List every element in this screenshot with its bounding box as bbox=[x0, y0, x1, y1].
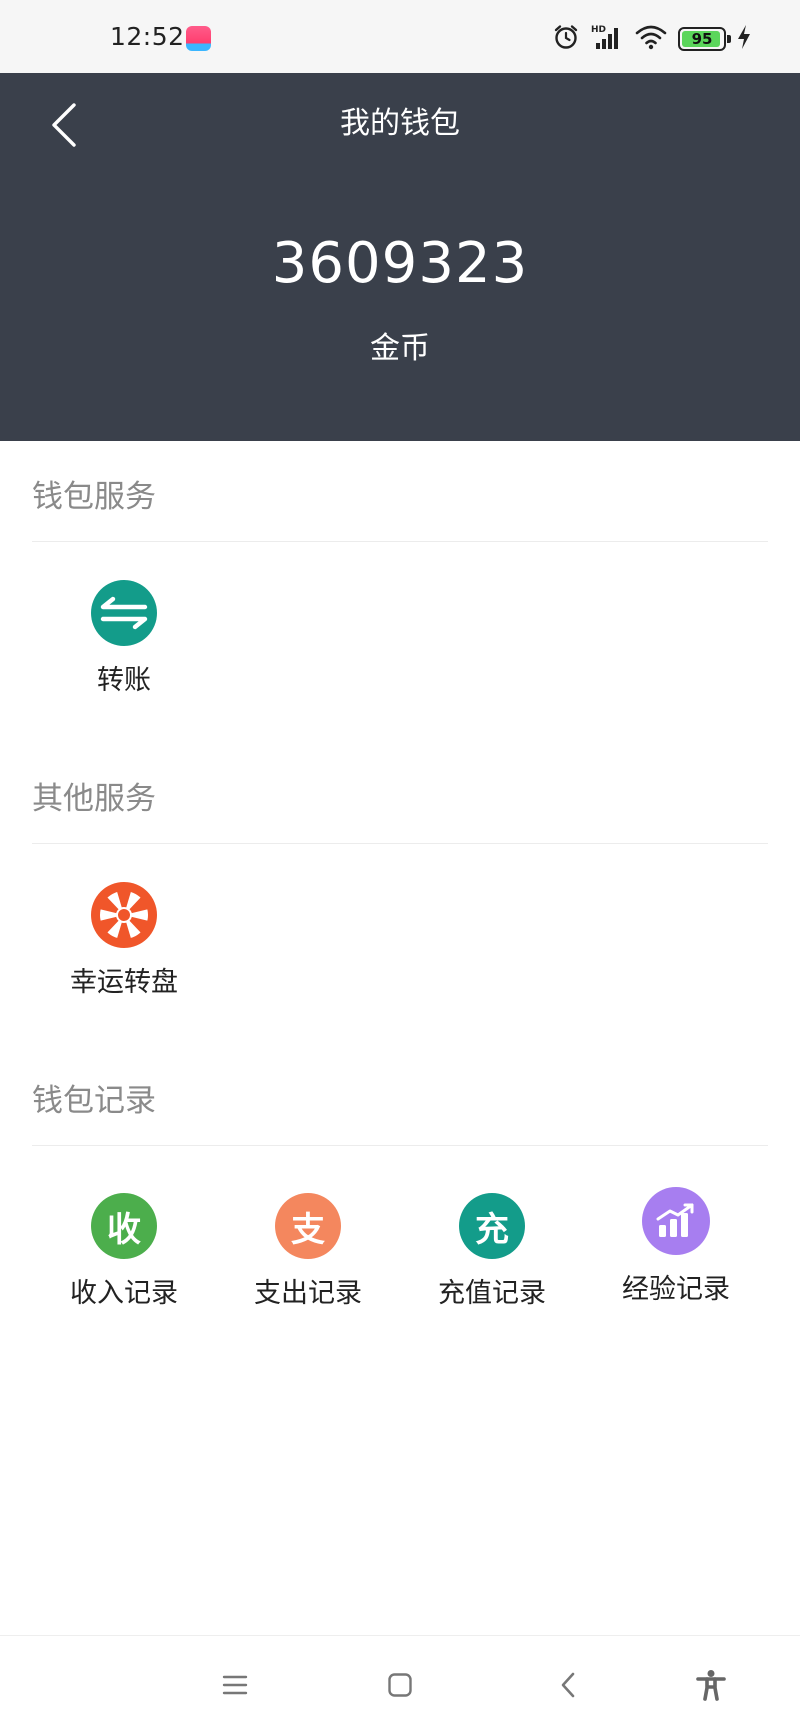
expense-icon: 支 bbox=[275, 1193, 341, 1259]
experience-chart-icon bbox=[642, 1187, 710, 1255]
lucky-wheel-icon bbox=[91, 882, 157, 948]
alarm-icon bbox=[552, 23, 580, 55]
coin-balance: 3609323 bbox=[271, 231, 529, 296]
item-label: 收入记录 bbox=[70, 1278, 178, 1309]
item-label: 幸运转盘 bbox=[70, 967, 178, 998]
income-records-button[interactable]: 收 收入记录 bbox=[32, 1193, 216, 1310]
section-other-services: 其他服务 幸运转盘 bbox=[0, 743, 800, 1045]
transfer-button[interactable]: 转账 bbox=[32, 580, 216, 697]
charging-icon bbox=[736, 24, 752, 54]
recharge-icon: 充 bbox=[459, 1193, 525, 1259]
expense-records-button[interactable]: 支 支出记录 bbox=[216, 1193, 400, 1310]
recharge-records-button[interactable]: 充 充值记录 bbox=[400, 1193, 584, 1310]
nav-back-button[interactable] bbox=[543, 1660, 593, 1710]
status-icons: HD 95 bbox=[552, 22, 752, 56]
system-navigation-bar bbox=[0, 1635, 800, 1733]
section-title: 钱包记录 bbox=[32, 1083, 156, 1119]
section-title: 钱包服务 bbox=[32, 479, 156, 515]
item-label: 转账 bbox=[97, 665, 151, 696]
back-icon bbox=[561, 1672, 575, 1698]
expense-icon-glyph: 支 bbox=[291, 1209, 325, 1250]
section-divider bbox=[32, 1145, 768, 1146]
wifi-icon bbox=[634, 23, 668, 55]
wallet-header: 我的钱包 3609323 金币 bbox=[0, 73, 800, 441]
app-icon bbox=[186, 26, 211, 51]
transfer-icon bbox=[91, 580, 157, 646]
battery-level: 95 bbox=[691, 30, 713, 48]
status-time: 12:52 bbox=[110, 22, 185, 51]
experience-records-button[interactable]: 经验记录 bbox=[584, 1187, 768, 1306]
item-label: 经验记录 bbox=[622, 1274, 730, 1305]
battery-icon: 95 bbox=[678, 27, 731, 51]
menu-button[interactable] bbox=[210, 1660, 260, 1710]
section-wallet-records: 钱包记录 收 收入记录 支 支出记录 充 充值记录 经验记录 bbox=[0, 1045, 800, 1345]
section-wallet-services: 钱包服务 转账 bbox=[0, 441, 800, 743]
accessibility-icon bbox=[696, 1670, 726, 1701]
income-icon-glyph: 收 bbox=[107, 1209, 141, 1250]
page-title: 我的钱包 bbox=[340, 106, 460, 141]
income-icon: 收 bbox=[91, 1193, 157, 1259]
recharge-icon-glyph: 充 bbox=[475, 1209, 509, 1250]
svg-text:HD: HD bbox=[591, 25, 606, 35]
status-bar: 12:52 HD 95 bbox=[0, 0, 800, 73]
item-label: 支出记录 bbox=[254, 1278, 362, 1309]
section-title: 其他服务 bbox=[32, 781, 156, 817]
coin-unit: 金币 bbox=[370, 331, 430, 366]
lucky-wheel-button[interactable]: 幸运转盘 bbox=[32, 882, 216, 999]
menu-icon bbox=[222, 1675, 248, 1695]
section-divider bbox=[32, 843, 768, 844]
battery-cap bbox=[727, 35, 731, 43]
item-label: 充值记录 bbox=[438, 1278, 546, 1309]
home-icon bbox=[388, 1673, 412, 1697]
accessibility-button[interactable] bbox=[686, 1660, 736, 1710]
home-button[interactable] bbox=[375, 1660, 425, 1710]
section-divider bbox=[32, 541, 768, 542]
hd-signal-icon: HD bbox=[590, 23, 624, 55]
